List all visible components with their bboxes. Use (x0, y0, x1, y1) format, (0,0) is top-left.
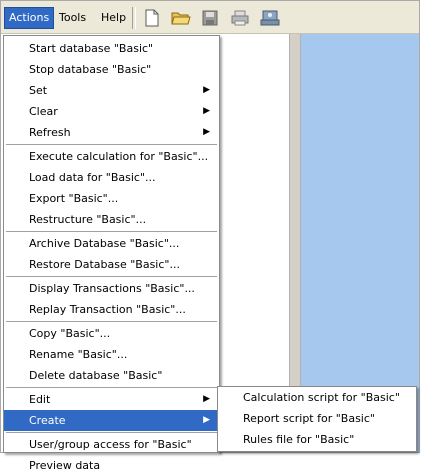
menu-separator (6, 432, 217, 433)
new-document-icon[interactable] (141, 7, 163, 29)
menu-item-refresh[interactable]: Refresh ▶ (4, 122, 219, 143)
menu-separator (6, 231, 217, 232)
menu-separator (6, 321, 217, 322)
submenu-arrow-icon: ▶ (203, 85, 210, 95)
submenu-arrow-icon: ▶ (203, 106, 210, 116)
toolbar-separator (132, 7, 136, 29)
menu-item-restructure[interactable]: Restructure "Basic"... (4, 209, 219, 230)
menu-item-edit[interactable]: Edit ▶ (4, 389, 219, 410)
menu-separator (6, 276, 217, 277)
menu-item-copy[interactable]: Copy "Basic"... (4, 323, 219, 344)
actions-menu: Start database "Basic" Stop database "Ba… (3, 35, 220, 472)
submenu-arrow-icon: ▶ (203, 415, 210, 425)
menu-separator (6, 144, 217, 145)
menu-item-restore-database[interactable]: Restore Database "Basic"... (4, 254, 219, 275)
open-folder-icon[interactable] (170, 7, 192, 29)
menu-item-delete-database[interactable]: Delete database "Basic" (4, 365, 219, 386)
menu-item-report-script[interactable]: Report script for "Basic" (218, 408, 416, 429)
menu-item-stop-database[interactable]: Stop database "Basic" (4, 59, 219, 80)
print-icon[interactable] (229, 7, 251, 29)
menu-item-rules-file[interactable]: Rules file for "Basic" (218, 429, 416, 450)
menu-item-set[interactable]: Set ▶ (4, 80, 219, 101)
menu-item-start-database[interactable]: Start database "Basic" (4, 38, 219, 59)
menu-item-calculation-script[interactable]: Calculation script for "Basic" (218, 387, 416, 408)
menu-item-export[interactable]: Export "Basic"... (4, 188, 219, 209)
menu-item-load-data[interactable]: Load data for "Basic"... (4, 167, 219, 188)
menu-item-user-group-access[interactable]: User/group access for "Basic" (4, 434, 219, 455)
menu-item-execute-calculation[interactable]: Execute calculation for "Basic"... (4, 146, 219, 167)
create-submenu: Calculation script for "Basic" Report sc… (217, 386, 417, 452)
menu-actions[interactable]: Actions (4, 7, 55, 29)
menu-bar: Actions Tools Help (1, 1, 419, 34)
save-disk-icon[interactable] (199, 7, 221, 29)
menu-item-display-transactions[interactable]: Display Transactions "Basic"... (4, 278, 219, 299)
menu-help[interactable]: Help (97, 9, 130, 27)
menu-item-create[interactable]: Create ▶ (4, 410, 219, 431)
menu-separator (6, 387, 217, 388)
menu-item-preview-data[interactable]: Preview data (4, 455, 219, 476)
submenu-arrow-icon: ▶ (203, 394, 210, 404)
menu-item-replay-transaction[interactable]: Replay Transaction "Basic"... (4, 299, 219, 320)
submenu-arrow-icon: ▶ (203, 127, 210, 137)
menu-item-archive-database[interactable]: Archive Database "Basic"... (4, 233, 219, 254)
menu-tools[interactable]: Tools (55, 9, 90, 27)
network-drive-icon[interactable] (259, 7, 281, 29)
menu-item-clear[interactable]: Clear ▶ (4, 101, 219, 122)
menu-item-rename[interactable]: Rename "Basic"... (4, 344, 219, 365)
